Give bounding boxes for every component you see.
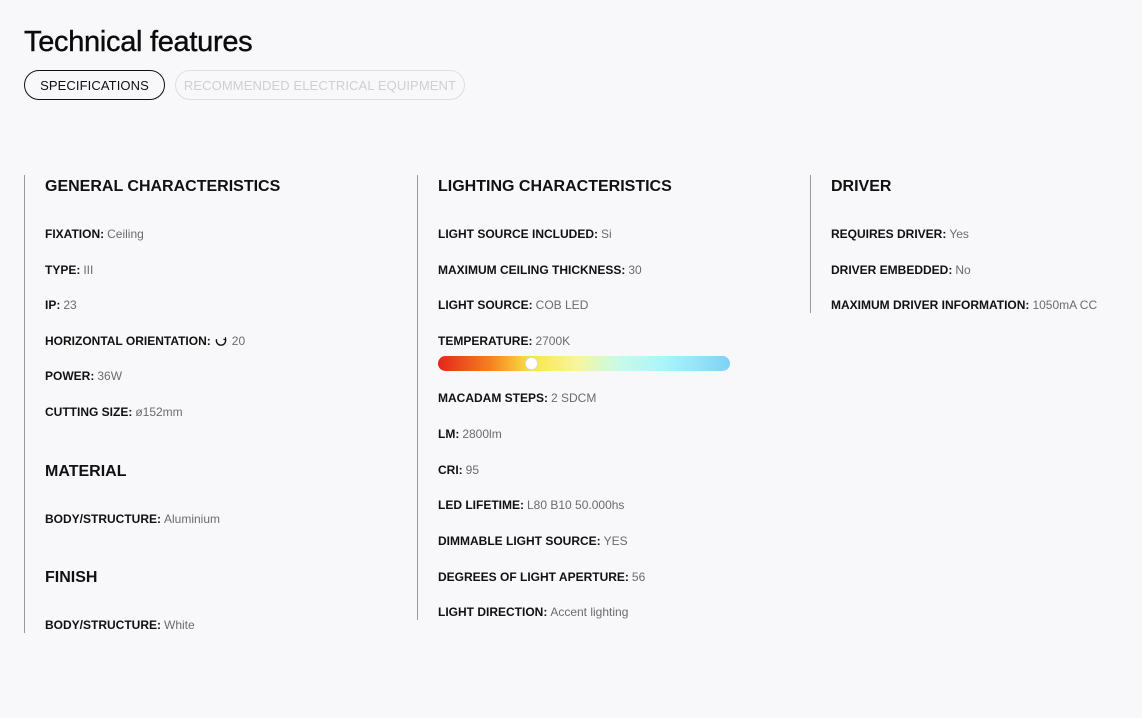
spec-value: 95 xyxy=(465,463,480,477)
tab-bar: SPECIFICATIONS RECOMMENDED ELECTRICAL EQ… xyxy=(24,70,465,100)
section-title-general: GENERAL CHARACTERISTICS xyxy=(45,178,281,195)
spec-row-dimmable: DIMMABLE LIGHT SOURCE: YES xyxy=(438,534,628,548)
page-title: Technical features xyxy=(24,26,253,58)
spec-value: Accent lighting xyxy=(550,605,629,619)
tab-specifications[interactable]: SPECIFICATIONS xyxy=(24,70,165,100)
spec-value: 2800lm xyxy=(462,427,502,441)
spec-key: LM: xyxy=(438,427,460,441)
spec-key: TYPE: xyxy=(45,263,81,277)
spec-key: BODY/STRUCTURE: xyxy=(45,618,161,632)
spec-value: 2700K xyxy=(535,334,571,348)
spec-value: 20 xyxy=(231,334,246,348)
column-general: GENERAL CHARACTERISTICS FIXATION: Ceilin… xyxy=(24,175,417,633)
column-lighting: LIGHTING CHARACTERISTICS LIGHT SOURCE IN… xyxy=(417,175,810,620)
spec-row-material-body: BODY/STRUCTURE: Aluminium xyxy=(45,512,220,526)
color-temperature-scale xyxy=(438,356,730,371)
spec-value: L80 B10 50.000hs xyxy=(527,498,625,512)
section-title-material: MATERIAL xyxy=(45,463,127,480)
section-title-lighting: LIGHTING CHARACTERISTICS xyxy=(438,178,672,195)
spec-value: Yes xyxy=(949,227,969,241)
spec-row-driver-embedded: DRIVER EMBEDDED: No xyxy=(831,263,971,277)
spec-row-type: TYPE: III xyxy=(45,263,93,277)
spec-value: III xyxy=(83,263,94,277)
spec-row-light-direction: LIGHT DIRECTION: Accent lighting xyxy=(438,605,628,619)
spec-value: 1050mA CC xyxy=(1032,298,1098,312)
spec-value: 56 xyxy=(631,570,646,584)
spec-key: POWER: xyxy=(45,369,95,383)
tab-recommended-electrical-equipment[interactable]: RECOMMENDED ELECTRICAL EQUIPMENT xyxy=(175,70,465,100)
spec-key: HORIZONTAL ORIENTATION: xyxy=(45,334,211,348)
spec-row-light-source-included: LIGHT SOURCE INCLUDED: Si xyxy=(438,227,612,241)
section-title-driver: DRIVER xyxy=(831,178,892,195)
spec-row-max-driver-info: MAXIMUM DRIVER INFORMATION: 1050mA CC xyxy=(831,298,1097,312)
spec-key: DEGREES OF LIGHT APERTURE: xyxy=(438,570,629,584)
spec-key: MACADAM STEPS: xyxy=(438,391,548,405)
spec-row-cri: CRI: 95 xyxy=(438,463,479,477)
spec-row-led-lifetime: LED LIFETIME: L80 B10 50.000hs xyxy=(438,498,624,512)
spec-row-ip: IP: 23 xyxy=(45,298,77,312)
spec-key: LIGHT SOURCE INCLUDED: xyxy=(438,227,598,241)
spec-key: LED LIFETIME: xyxy=(438,498,524,512)
spec-row-power: POWER: 36W xyxy=(45,369,122,383)
spec-row-light-source: LIGHT SOURCE: COB LED xyxy=(438,298,588,312)
spec-key: BODY/STRUCTURE: xyxy=(45,512,161,526)
spec-value: Aluminium xyxy=(164,512,221,526)
spec-row-fixation: FIXATION: Ceiling xyxy=(45,227,144,241)
spec-value: YES xyxy=(603,534,628,548)
spec-row-cutting-size: CUTTING SIZE: ø152mm xyxy=(45,405,183,419)
spec-key: FIXATION: xyxy=(45,227,105,241)
spec-value: No xyxy=(955,263,971,277)
spec-key: IP: xyxy=(45,298,61,312)
color-temperature-marker xyxy=(524,357,538,370)
spec-key: DRIVER EMBEDDED: xyxy=(831,263,953,277)
spec-row-macadam-steps: MACADAM STEPS: 2 SDCM xyxy=(438,391,596,405)
spec-value: Si xyxy=(601,227,612,241)
spec-key: LIGHT SOURCE: xyxy=(438,298,533,312)
section-title-finish: FINISH xyxy=(45,569,98,586)
spec-key: MAXIMUM CEILING THICKNESS: xyxy=(438,263,626,277)
spec-value: 36W xyxy=(97,369,123,383)
spec-key: CRI: xyxy=(438,463,463,477)
spec-key: LIGHT DIRECTION: xyxy=(438,605,548,619)
spec-row-lm: LM: 2800lm xyxy=(438,427,502,441)
spec-row-horizontal-orientation: HORIZONTAL ORIENTATION: 20 xyxy=(45,334,245,348)
spec-value: 30 xyxy=(628,263,642,277)
column-driver: DRIVER REQUIRES DRIVER: Yes DRIVER EMBED… xyxy=(810,175,1120,313)
spec-key: TEMPERATURE: xyxy=(438,334,533,348)
spec-value: ø152mm xyxy=(135,405,183,419)
rotate-icon xyxy=(215,337,227,346)
spec-row-temperature: TEMPERATURE: 2700K xyxy=(438,334,570,348)
spec-key: MAXIMUM DRIVER INFORMATION: xyxy=(831,298,1030,312)
spec-value: Ceiling xyxy=(107,227,144,241)
technical-features-page: Technical features SPECIFICATIONS RECOMM… xyxy=(0,0,1142,718)
spec-row-max-ceiling-thickness: MAXIMUM CEILING THICKNESS: 30 xyxy=(438,263,642,277)
spec-row-finish-body: BODY/STRUCTURE: White xyxy=(45,618,195,632)
spec-key: REQUIRES DRIVER: xyxy=(831,227,947,241)
spec-row-light-aperture: DEGREES OF LIGHT APERTURE: 56 xyxy=(438,570,645,584)
spec-value: White xyxy=(164,618,195,632)
spec-value: 23 xyxy=(63,298,77,312)
spec-key: DIMMABLE LIGHT SOURCE: xyxy=(438,534,601,548)
spec-key: CUTTING SIZE: xyxy=(45,405,133,419)
spec-row-requires-driver: REQUIRES DRIVER: Yes xyxy=(831,227,969,241)
spec-value: 2 SDCM xyxy=(551,391,597,405)
spec-value: COB LED xyxy=(535,298,589,312)
